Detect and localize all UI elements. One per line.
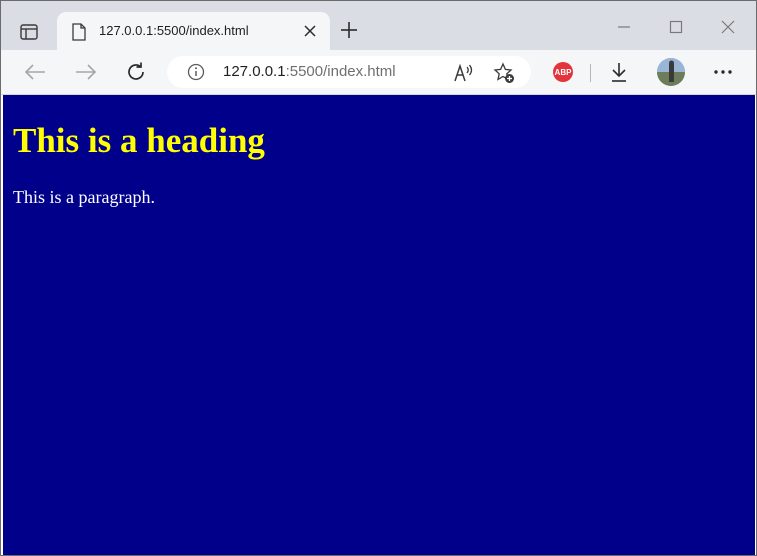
browser-window: 127.0.0.1:5500/index.html 127.0.0.1:5500… <box>0 0 757 556</box>
add-favorite-button[interactable] <box>493 62 515 84</box>
tab-actions-button[interactable] <box>11 15 47 49</box>
refresh-button[interactable] <box>124 60 148 84</box>
url-host: 127.0.0.1 <box>223 63 286 80</box>
url-text: 127.0.0.1:5500/index.html <box>223 63 396 80</box>
settings-menu-button[interactable] <box>711 60 735 84</box>
browser-toolbar: 127.0.0.1:5500/index.html ABP <box>1 50 756 95</box>
info-icon[interactable] <box>187 63 205 81</box>
close-window-button[interactable] <box>718 17 738 37</box>
more-dots-icon <box>714 70 732 74</box>
read-aloud-button[interactable] <box>453 62 475 84</box>
page-paragraph: This is a paragraph. <box>13 187 155 207</box>
close-window-icon <box>721 20 735 34</box>
back-arrow-icon <box>24 64 45 80</box>
read-aloud-icon <box>454 63 473 82</box>
avatar[interactable] <box>657 58 685 86</box>
download-icon <box>612 63 626 82</box>
close-icon[interactable] <box>303 24 317 38</box>
page-viewport: This is a heading This is a paragraph. <box>3 95 755 555</box>
maximize-icon <box>669 20 683 34</box>
tab-strip: 127.0.0.1:5500/index.html <box>1 1 756 50</box>
add-favorite-icon <box>493 62 514 83</box>
downloads-button[interactable] <box>607 60 631 84</box>
adblock-extension-button[interactable]: ABP <box>553 62 573 82</box>
minimize-button[interactable] <box>614 17 634 37</box>
toolbar-divider <box>590 64 591 82</box>
forward-arrow-icon <box>76 64 97 80</box>
refresh-icon <box>128 62 144 80</box>
tab-active[interactable]: 127.0.0.1:5500/index.html <box>57 12 330 50</box>
maximize-button[interactable] <box>666 17 686 37</box>
profile-picture-icon <box>657 58 685 86</box>
page-icon <box>72 23 86 41</box>
forward-button[interactable] <box>74 60 98 84</box>
url-path: :5500/index.html <box>285 63 396 80</box>
plus-icon[interactable] <box>339 20 359 40</box>
tab-actions-icon <box>20 24 38 40</box>
address-bar[interactable]: 127.0.0.1:5500/index.html <box>167 56 531 88</box>
minimize-icon <box>618 26 630 28</box>
page-heading: This is a heading <box>13 121 265 160</box>
tab-title: 127.0.0.1:5500/index.html <box>99 23 249 38</box>
back-button[interactable] <box>23 60 47 84</box>
